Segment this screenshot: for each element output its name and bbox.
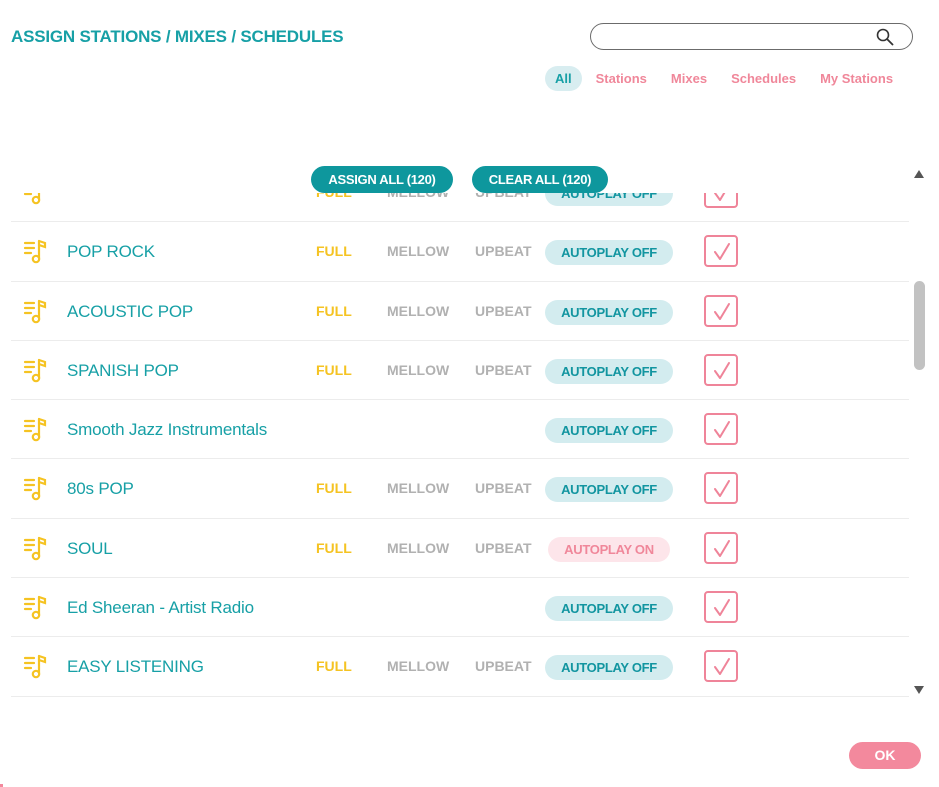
option-full[interactable]: FULL: [316, 362, 352, 378]
filter-tab-schedules[interactable]: Schedules: [719, 66, 808, 91]
station-name[interactable]: 80s POP: [67, 479, 134, 499]
station-row: POP ROCK FULL MELLOW UPBEAT AUTOPLAY OFF: [11, 222, 909, 282]
option-mellow[interactable]: MELLOW: [387, 243, 449, 259]
autoplay-toggle[interactable]: AUTOPLAY ON: [548, 536, 670, 562]
scroll-thumb[interactable]: [914, 281, 925, 370]
station-row: SPANISH POP FULL MELLOW UPBEAT AUTOPLAY OFF: [11, 341, 909, 401]
station-row: 80s POP FULL MELLOW UPBEAT AUTOPLAY OFF: [11, 459, 909, 519]
autoplay-toggle[interactable]: AUTOPLAY OFF: [545, 596, 673, 622]
station-name[interactable]: SPANISH POP: [67, 361, 179, 381]
music-note-icon: [23, 475, 49, 501]
assign-checkbox[interactable]: [704, 294, 738, 327]
autoplay-toggle[interactable]: AUTOPLAY OFF: [545, 358, 673, 384]
station-row: SOUL FULL MELLOW UPBEAT AUTOPLAY ON: [11, 519, 909, 579]
music-note-icon: [23, 653, 49, 679]
option-upbeat[interactable]: UPBEAT: [475, 303, 532, 319]
page-title: ASSIGN STATIONS / MIXES / SCHEDULES: [11, 27, 344, 46]
assign-checkbox[interactable]: [704, 650, 738, 683]
filter-tab-my-stations[interactable]: My Stations: [808, 66, 905, 91]
station-name[interactable]: EASY LISTENING: [67, 657, 204, 677]
station-row: Smooth Jazz Instrumentals AUTOPLAY OFF: [11, 400, 909, 460]
search-box[interactable]: [590, 23, 913, 50]
ok-button[interactable]: OK: [849, 742, 921, 769]
option-mellow[interactable]: MELLOW: [387, 540, 449, 556]
autoplay-toggle[interactable]: AUTOPLAY OFF: [545, 240, 673, 266]
option-full[interactable]: FULL: [316, 243, 352, 259]
assign-checkbox[interactable]: [704, 413, 738, 446]
filter-tab-mixes[interactable]: Mixes: [659, 66, 719, 91]
option-mellow[interactable]: MELLOW: [387, 362, 449, 378]
station-name[interactable]: Smooth Jazz Instrumentals: [67, 420, 267, 440]
station-name[interactable]: ACOUSTIC POP: [67, 302, 193, 322]
option-upbeat[interactable]: UPBEAT: [475, 243, 532, 259]
option-full[interactable]: FULL: [316, 540, 352, 556]
music-note-icon: [23, 238, 49, 264]
assign-checkbox[interactable]: [704, 235, 738, 268]
option-upbeat[interactable]: UPBEAT: [475, 362, 532, 378]
option-mellow[interactable]: MELLOW: [387, 480, 449, 496]
assign-checkbox[interactable]: [704, 193, 738, 208]
music-note-icon: [23, 416, 49, 442]
autoplay-toggle[interactable]: AUTOPLAY OFF: [545, 193, 673, 206]
option-full[interactable]: FULL: [316, 303, 352, 319]
option-full[interactable]: FULL: [316, 658, 352, 674]
assign-checkbox[interactable]: [704, 353, 738, 386]
music-note-icon: [23, 535, 49, 561]
scroll-up-arrow-icon[interactable]: [914, 170, 924, 178]
option-upbeat[interactable]: UPBEAT: [475, 540, 532, 556]
option-full[interactable]: FULL: [316, 480, 352, 496]
search-icon[interactable]: [876, 28, 894, 46]
option-mellow[interactable]: MELLOW: [387, 193, 449, 200]
assign-checkbox[interactable]: [704, 472, 738, 505]
autoplay-toggle[interactable]: AUTOPLAY OFF: [545, 477, 673, 503]
station-row: Ed Sheeran - Artist Radio AUTOPLAY OFF: [11, 578, 909, 638]
station-row: EASY LISTENING FULL MELLOW UPBEAT AUTOPLAY O…: [11, 637, 909, 697]
autoplay-toggle[interactable]: AUTOPLAY OFF: [545, 655, 673, 681]
scroll-down-arrow-icon[interactable]: [914, 686, 924, 694]
assign-checkbox[interactable]: [704, 591, 738, 624]
station-list: FULL MELLOW UPBEAT AUTOPLAY OFF POP ROCK FULL…: [11, 193, 909, 699]
music-note-icon: [23, 193, 49, 205]
filter-tabs: All Stations Mixes Schedules My Stations: [545, 66, 905, 91]
music-note-icon: [23, 594, 49, 620]
assign-checkbox[interactable]: [704, 531, 738, 564]
list-scrollbar[interactable]: [912, 168, 927, 696]
autoplay-toggle[interactable]: AUTOPLAY OFF: [545, 418, 673, 444]
music-note-icon: [23, 357, 49, 383]
search-input[interactable]: [603, 27, 863, 45]
station-row: ACOUSTIC POP FULL MELLOW UPBEAT AUTOPLAY OFF: [11, 282, 909, 341]
option-upbeat[interactable]: UPBEAT: [475, 480, 532, 496]
music-note-icon: [23, 298, 49, 324]
station-name[interactable]: POP ROCK: [67, 242, 155, 262]
option-upbeat[interactable]: UPBEAT: [475, 193, 532, 200]
station-name[interactable]: Ed Sheeran - Artist Radio: [67, 598, 254, 618]
filter-tab-all[interactable]: All: [545, 66, 582, 91]
clear-all-button[interactable]: CLEAR ALL (120): [472, 166, 608, 193]
station-row: FULL MELLOW UPBEAT AUTOPLAY OFF: [11, 193, 909, 223]
option-mellow[interactable]: MELLOW: [387, 303, 449, 319]
autoplay-toggle[interactable]: AUTOPLAY OFF: [545, 299, 673, 325]
option-full[interactable]: FULL: [316, 193, 352, 200]
option-mellow[interactable]: MELLOW: [387, 658, 449, 674]
station-list-inner: FULL MELLOW UPBEAT AUTOPLAY OFF POP ROCK FULL…: [11, 193, 909, 697]
station-name[interactable]: SOUL: [67, 539, 113, 559]
option-upbeat[interactable]: UPBEAT: [475, 658, 532, 674]
assign-all-button[interactable]: ASSIGN ALL (120): [311, 166, 453, 193]
filter-tab-stations[interactable]: Stations: [584, 66, 659, 91]
